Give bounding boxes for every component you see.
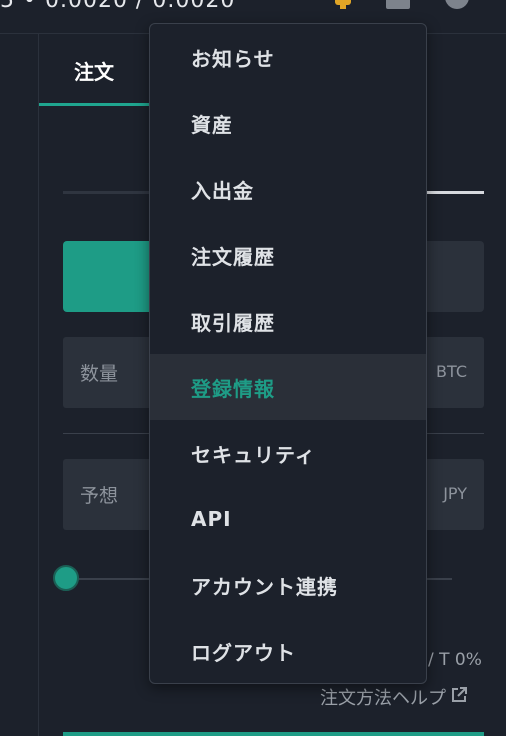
sidebar-divider [38, 34, 39, 736]
account-menu: お知らせ 資産 入出金 注文履歴 取引履歴 登録情報 セキュリティ API アカ… [149, 23, 427, 684]
user-icon[interactable] [386, 0, 410, 13]
help-icon[interactable] [444, 0, 470, 13]
estimate-unit: JPY [443, 484, 467, 503]
header-price: 5 • 0.0020 / 0.0020 [0, 0, 236, 13]
menu-item-logout[interactable]: ログアウト [150, 618, 426, 683]
estimate-label: 予想 [80, 485, 119, 507]
menu-item-account-link-label: アカウント連携 [191, 574, 338, 599]
order-help-link-label: 注文方法ヘルプ [320, 688, 446, 709]
tab-order[interactable]: 注文 [39, 34, 149, 106]
external-link-icon [450, 686, 468, 709]
menu-item-account-link[interactable]: アカウント連携 [150, 552, 426, 618]
submit-button[interactable] [63, 732, 484, 736]
fee-text: / T 0% [428, 650, 482, 670]
app-root: 5 • 0.0020 / 0.0020 注文 数量 BTC 予想 JPY / T… [0, 0, 506, 736]
trophy-icon[interactable] [332, 0, 354, 13]
menu-item-api-label: API [191, 507, 232, 531]
menu-item-trade-history[interactable]: 取引履歴 [150, 288, 426, 354]
sell-button[interactable] [420, 241, 484, 312]
amount-slider-thumb[interactable] [53, 565, 79, 591]
menu-item-deposit-withdraw-label: 入出金 [191, 178, 254, 203]
menu-item-notices[interactable]: お知らせ [150, 24, 426, 90]
menu-item-order-history-label: 注文履歴 [191, 244, 275, 269]
order-type-tab-left[interactable] [63, 191, 153, 194]
menu-item-order-history[interactable]: 注文履歴 [150, 222, 426, 288]
order-help-link[interactable]: 注文方法ヘルプ [320, 684, 468, 710]
menu-item-assets-label: 資産 [191, 112, 233, 137]
menu-item-logout-label: ログアウト [191, 640, 296, 665]
menu-item-registration-info[interactable]: 登録情報 [150, 354, 426, 420]
menu-item-assets[interactable]: 資産 [150, 90, 426, 156]
tab-active-indicator [39, 103, 149, 106]
tab-order-label: 注文 [74, 60, 114, 84]
menu-item-registration-info-label: 登録情報 [191, 376, 275, 401]
amount-label: 数量 [80, 363, 119, 385]
menu-item-security[interactable]: セキュリティ [150, 420, 426, 486]
menu-item-notices-label: お知らせ [191, 46, 275, 71]
menu-item-security-label: セキュリティ [191, 442, 316, 467]
order-type-tab-right[interactable] [425, 191, 484, 194]
menu-item-deposit-withdraw[interactable]: 入出金 [150, 156, 426, 222]
buy-button[interactable] [63, 241, 153, 312]
menu-item-trade-history-label: 取引履歴 [191, 310, 275, 335]
amount-unit: BTC [436, 362, 467, 381]
menu-item-api[interactable]: API [150, 486, 426, 552]
